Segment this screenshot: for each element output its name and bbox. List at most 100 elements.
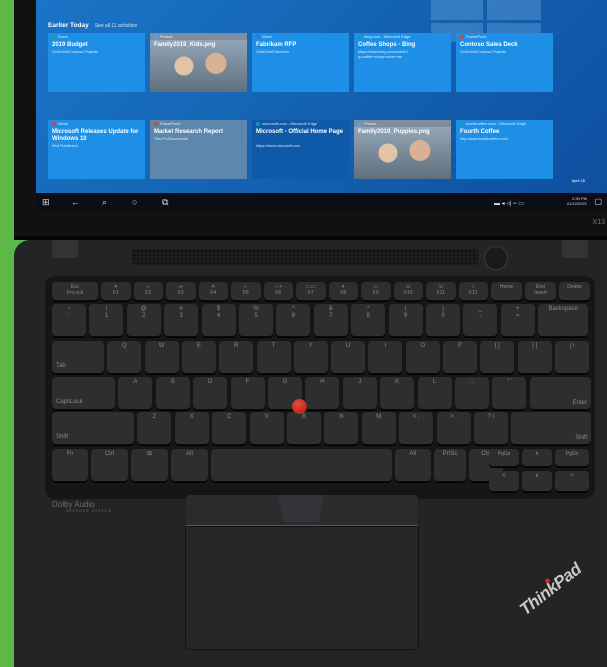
pgup-key[interactable]: PgUp bbox=[489, 449, 519, 467]
letter-key[interactable]: P bbox=[443, 341, 477, 374]
timeline-card[interactable]: Word Fabrikam RFP OneDrive/Fabrikam bbox=[252, 33, 349, 92]
letter-key[interactable]: } ] bbox=[517, 341, 552, 374]
number-key[interactable]: ~ ` bbox=[52, 304, 86, 337]
modifier-key[interactable]: Alt bbox=[171, 449, 208, 482]
search-icon[interactable]: ⌕ bbox=[102, 197, 107, 207]
letter-key[interactable]: X bbox=[174, 412, 209, 445]
letter-key[interactable]: V bbox=[249, 412, 284, 445]
letter-key[interactable]: C bbox=[212, 412, 247, 445]
trackpad-buttons[interactable] bbox=[186, 495, 418, 527]
spacebar[interactable] bbox=[211, 449, 392, 482]
number-key[interactable]: (9 bbox=[388, 304, 423, 337]
letter-key[interactable]: I bbox=[368, 341, 403, 374]
letter-key[interactable]: W bbox=[144, 341, 179, 374]
fn-key[interactable]: ✕ F1 bbox=[101, 282, 131, 301]
fn-key[interactable]: Delete bbox=[559, 282, 590, 301]
task-view-icon[interactable]: ⧉ bbox=[162, 197, 168, 207]
start-icon[interactable]: ⊞ bbox=[42, 197, 50, 207]
enter-key[interactable]: Enter bbox=[529, 377, 591, 410]
system-tray-icons[interactable]: ▬ ◂ ◃) ⌁ ▭ bbox=[494, 199, 524, 209]
letter-key[interactable]: : ; bbox=[455, 377, 489, 410]
letter-key[interactable]: M bbox=[361, 412, 396, 445]
fn-key[interactable]: ◃+ F3 bbox=[166, 282, 196, 301]
arrow-down-key[interactable]: ∨ bbox=[522, 471, 552, 492]
shift-key[interactable]: Shift bbox=[511, 412, 592, 445]
fn-key[interactable]: End Insert bbox=[525, 282, 556, 301]
arrow-up-key[interactable]: ∧ bbox=[522, 449, 552, 467]
timeline-card[interactable]: Photos Family2019_Puppies.png bbox=[354, 120, 451, 179]
notification-icon[interactable]: ▢ bbox=[594, 197, 602, 207]
timeline-card[interactable]: News Microsoft Releases Update for Window… bbox=[48, 120, 145, 179]
pgdn-key[interactable]: PgDn bbox=[555, 449, 589, 467]
taskbar-clock[interactable]: 2:30 PM 01/12/2021 bbox=[567, 196, 587, 206]
letter-key[interactable]: F bbox=[230, 377, 265, 410]
letter-key[interactable]: D bbox=[193, 377, 228, 410]
fn-key[interactable]: Home bbox=[491, 282, 522, 301]
number-key[interactable]: % 5 bbox=[239, 304, 273, 337]
letter-key[interactable]: O bbox=[405, 341, 440, 374]
fn-key[interactable]: ◃- F2 bbox=[133, 282, 163, 301]
timeline-card[interactable]: PowerPoint Contoso Sales Deck OneDrive/Con… bbox=[456, 33, 553, 92]
letter-key[interactable]: S bbox=[155, 377, 190, 410]
letter-key[interactable]: > . bbox=[436, 412, 471, 445]
modifier-key[interactable]: Alt bbox=[395, 449, 431, 482]
letter-key[interactable]: Z bbox=[137, 412, 172, 445]
letter-key[interactable]: J bbox=[342, 377, 377, 410]
fn-key[interactable]: ☼- F5 bbox=[231, 282, 261, 301]
timeline-card[interactable]: PowerPoint Market Research Report This PC/… bbox=[150, 120, 247, 179]
shift-key[interactable]: Shift bbox=[52, 412, 134, 445]
timeline-card[interactable]: microsoft.com - Microsoft Edge Microsoft … bbox=[252, 120, 349, 179]
tab-key[interactable]: Tab bbox=[52, 341, 104, 374]
letter-key[interactable]: H bbox=[305, 377, 340, 410]
number-key[interactable]: * 8 bbox=[351, 304, 386, 337]
timeline-card[interactable]: bing.com - Microsoft Edge Coffee Shops - … bbox=[354, 33, 451, 92]
timeline-card[interactable]: Photos Family2019_Kids.png bbox=[150, 33, 247, 92]
modifier-key[interactable]: Fn bbox=[52, 449, 88, 482]
fn-key[interactable]: ☼+ F6 bbox=[263, 282, 293, 301]
power-button[interactable] bbox=[484, 246, 508, 270]
modifier-key[interactable]: ⊞ bbox=[131, 449, 168, 482]
letter-key[interactable]: E bbox=[181, 341, 216, 374]
number-key[interactable]: #3 bbox=[164, 304, 199, 337]
timeline-card[interactable]: Excel 2019 Budget OneDrive/Contoso Project… bbox=[48, 33, 145, 92]
arrow-right-key[interactable]: > bbox=[555, 471, 589, 492]
letter-key[interactable]: R bbox=[219, 341, 254, 374]
fn-key[interactable]: ✕ F4 bbox=[198, 282, 228, 301]
number-key[interactable]: _ - bbox=[463, 304, 498, 337]
letter-key[interactable]: T bbox=[256, 341, 291, 374]
fn-key[interactable]: ▭▭ F7 bbox=[296, 282, 326, 301]
middle-trackpad-button[interactable] bbox=[278, 495, 324, 522]
letter-key[interactable]: A bbox=[118, 377, 153, 410]
number-key[interactable]: + = bbox=[500, 304, 535, 337]
back-arrow-icon[interactable]: ← bbox=[71, 197, 80, 207]
letter-key[interactable]: U bbox=[331, 341, 366, 374]
backspace-key[interactable]: Backspace bbox=[538, 304, 589, 337]
number-key[interactable]: ^ 6 bbox=[276, 304, 311, 337]
letter-key[interactable]: | \ bbox=[554, 341, 589, 374]
number-key[interactable]: ! 1 bbox=[89, 304, 124, 337]
number-key[interactable]: ) 0 bbox=[426, 304, 460, 337]
number-key[interactable]: @2 bbox=[126, 304, 161, 337]
see-all-link[interactable]: See all 11 activities bbox=[95, 23, 137, 29]
capslock-key[interactable]: CapsLock bbox=[52, 377, 115, 410]
letter-key[interactable]: K bbox=[380, 377, 415, 410]
modifier-key[interactable]: PrtSc bbox=[434, 449, 466, 482]
letter-key[interactable]: Y bbox=[293, 341, 328, 374]
arrow-left-key[interactable]: < bbox=[489, 471, 519, 492]
number-key[interactable]: & 7 bbox=[313, 304, 348, 337]
number-key[interactable]: $4 bbox=[201, 304, 236, 337]
modifier-key[interactable]: Ctrl bbox=[91, 449, 128, 482]
letter-key[interactable]: N bbox=[324, 412, 359, 445]
fn-key[interactable]: ✈ F8 bbox=[328, 282, 358, 301]
letter-key[interactable]: " ' bbox=[492, 377, 527, 410]
letter-key[interactable]: L bbox=[417, 377, 452, 410]
timeline-card[interactable]: fourthcoffee.com - Microsoft Edge Fourth … bbox=[456, 120, 553, 179]
touchpad[interactable] bbox=[186, 527, 418, 649]
fn-key[interactable]: Esc FnLock bbox=[52, 282, 98, 301]
fn-key[interactable]: ☏ F11 bbox=[426, 282, 456, 301]
letter-key[interactable]: B bbox=[287, 412, 321, 445]
letter-key[interactable]: ? / bbox=[474, 412, 508, 445]
cortana-icon[interactable]: ○ bbox=[132, 197, 137, 207]
trackpoint[interactable] bbox=[292, 399, 307, 414]
fn-key[interactable]: ☆ F12 bbox=[458, 282, 488, 301]
